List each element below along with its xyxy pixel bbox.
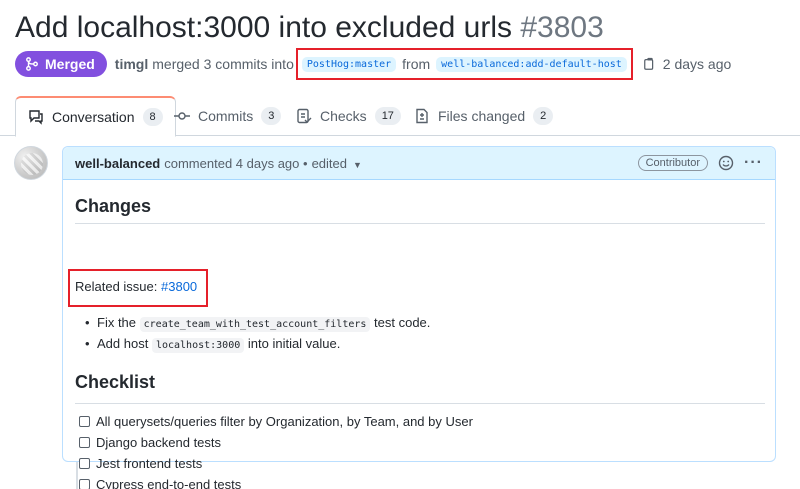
bullet-text: into initial value. (247, 336, 341, 351)
comment-box: well-balanced commented 4 days ago • edi… (62, 146, 776, 489)
checkbox[interactable] (79, 479, 90, 489)
related-issue-link[interactable]: #3800 (161, 279, 197, 294)
inline-code: localhost:3000 (151, 338, 245, 353)
merged-label: Merged (45, 56, 95, 72)
checkbox[interactable] (79, 458, 90, 469)
checklist-label: Jest frontend tests (96, 456, 203, 471)
divider (75, 403, 765, 404)
caret-down-icon: ▼ (352, 159, 362, 170)
comment-meta: commented 4 days ago • (164, 155, 308, 171)
tab-checks[interactable]: Checks 17 (296, 96, 401, 136)
list-item: Add host localhost:3000 into initial val… (85, 333, 430, 354)
tab-files-changed[interactable]: Files changed 2 (414, 96, 554, 136)
tab-counter: 8 (142, 108, 163, 126)
related-issue: Related issue: #3800 (75, 279, 197, 294)
tab-counter: 17 (374, 107, 401, 125)
checklist-item: Django backend tests (79, 432, 473, 453)
comment-body: Changes Related issue: #3800 Fix the cre… (68, 193, 765, 489)
changes-list: Fix the create_team_with_test_account_fi… (85, 312, 430, 354)
comment-author[interactable]: well-balanced (75, 156, 160, 171)
kebab-menu-icon[interactable]: ··· (744, 154, 763, 172)
git-merge-icon (26, 57, 38, 71)
edited-label: edited (311, 155, 347, 171)
pr-tabs: Conversation 8 Commits 3 Checks 17 Files… (0, 96, 800, 137)
checklist-item: Jest frontend tests (79, 453, 473, 474)
checkbox[interactable] (79, 416, 90, 427)
role-badge: Contributor (637, 155, 709, 171)
tab-label: Checks (320, 108, 367, 124)
bullet-text: Fix the (97, 315, 137, 330)
tab-label: Commits (198, 108, 254, 124)
checklist-label: Django backend tests (96, 435, 222, 450)
conversation-icon (29, 110, 43, 125)
checklist: All querysets/queries filter by Organiza… (79, 411, 473, 489)
timeline-line (76, 462, 78, 489)
tab-counter: 2 (533, 107, 554, 125)
smiley-icon[interactable] (718, 155, 734, 171)
pr-number: #3803 (520, 11, 604, 44)
commit-icon (174, 112, 190, 120)
branch-highlight: PostHog:master from well-balanced:add-de… (295, 48, 633, 80)
changes-heading: Changes (75, 196, 152, 216)
head-branch[interactable]: well-balanced:add-default-host (436, 56, 627, 72)
edited-dropdown[interactable]: edited ▼ (312, 156, 362, 171)
bullet-text: Add host (97, 336, 149, 351)
divider (75, 223, 765, 224)
list-item: Fix the create_team_with_test_account_fi… (85, 312, 430, 333)
avatar[interactable] (14, 146, 48, 180)
checklist-label: All querysets/queries filter by Organiza… (96, 414, 473, 429)
base-branch[interactable]: PostHog:master (301, 56, 397, 72)
pr-title: Add localhost:3000 into excluded urls #3… (15, 8, 604, 48)
merge-time: 2 days ago (662, 56, 732, 72)
checklist-item: Cypress end-to-end tests (79, 474, 473, 489)
tab-commits[interactable]: Commits 3 (174, 96, 282, 136)
pr-meta: Merged timgl merged 3 commits into PostH… (15, 48, 732, 80)
comment-header-actions: Contributor ··· (637, 154, 763, 172)
tab-counter: 3 (261, 107, 282, 125)
inline-code: create_team_with_test_account_filters (139, 317, 371, 332)
merge-author[interactable]: timgl (115, 56, 148, 72)
merged-badge: Merged (15, 51, 107, 77)
checklist-heading: Checklist (75, 372, 156, 392)
related-label: Related issue: (75, 279, 158, 294)
checklist-item: All querysets/queries filter by Organiza… (79, 411, 473, 432)
pr-title-text: Add localhost:3000 into excluded urls (15, 11, 512, 44)
bullet-text: test code. (374, 315, 431, 330)
checklist-label: Cypress end-to-end tests (96, 477, 242, 489)
copy-icon[interactable] (643, 57, 657, 71)
tab-conversation[interactable]: Conversation 8 (15, 96, 176, 137)
checkbox[interactable] (79, 437, 90, 448)
tab-label: Conversation (52, 109, 135, 125)
merge-text: merged 3 commits into (152, 56, 294, 72)
tab-label: Files changed (438, 108, 526, 124)
checklist-icon (297, 108, 312, 124)
comment-header: well-balanced commented 4 days ago • edi… (63, 147, 775, 180)
file-diff-icon (416, 108, 428, 124)
from-text: from (402, 56, 431, 72)
